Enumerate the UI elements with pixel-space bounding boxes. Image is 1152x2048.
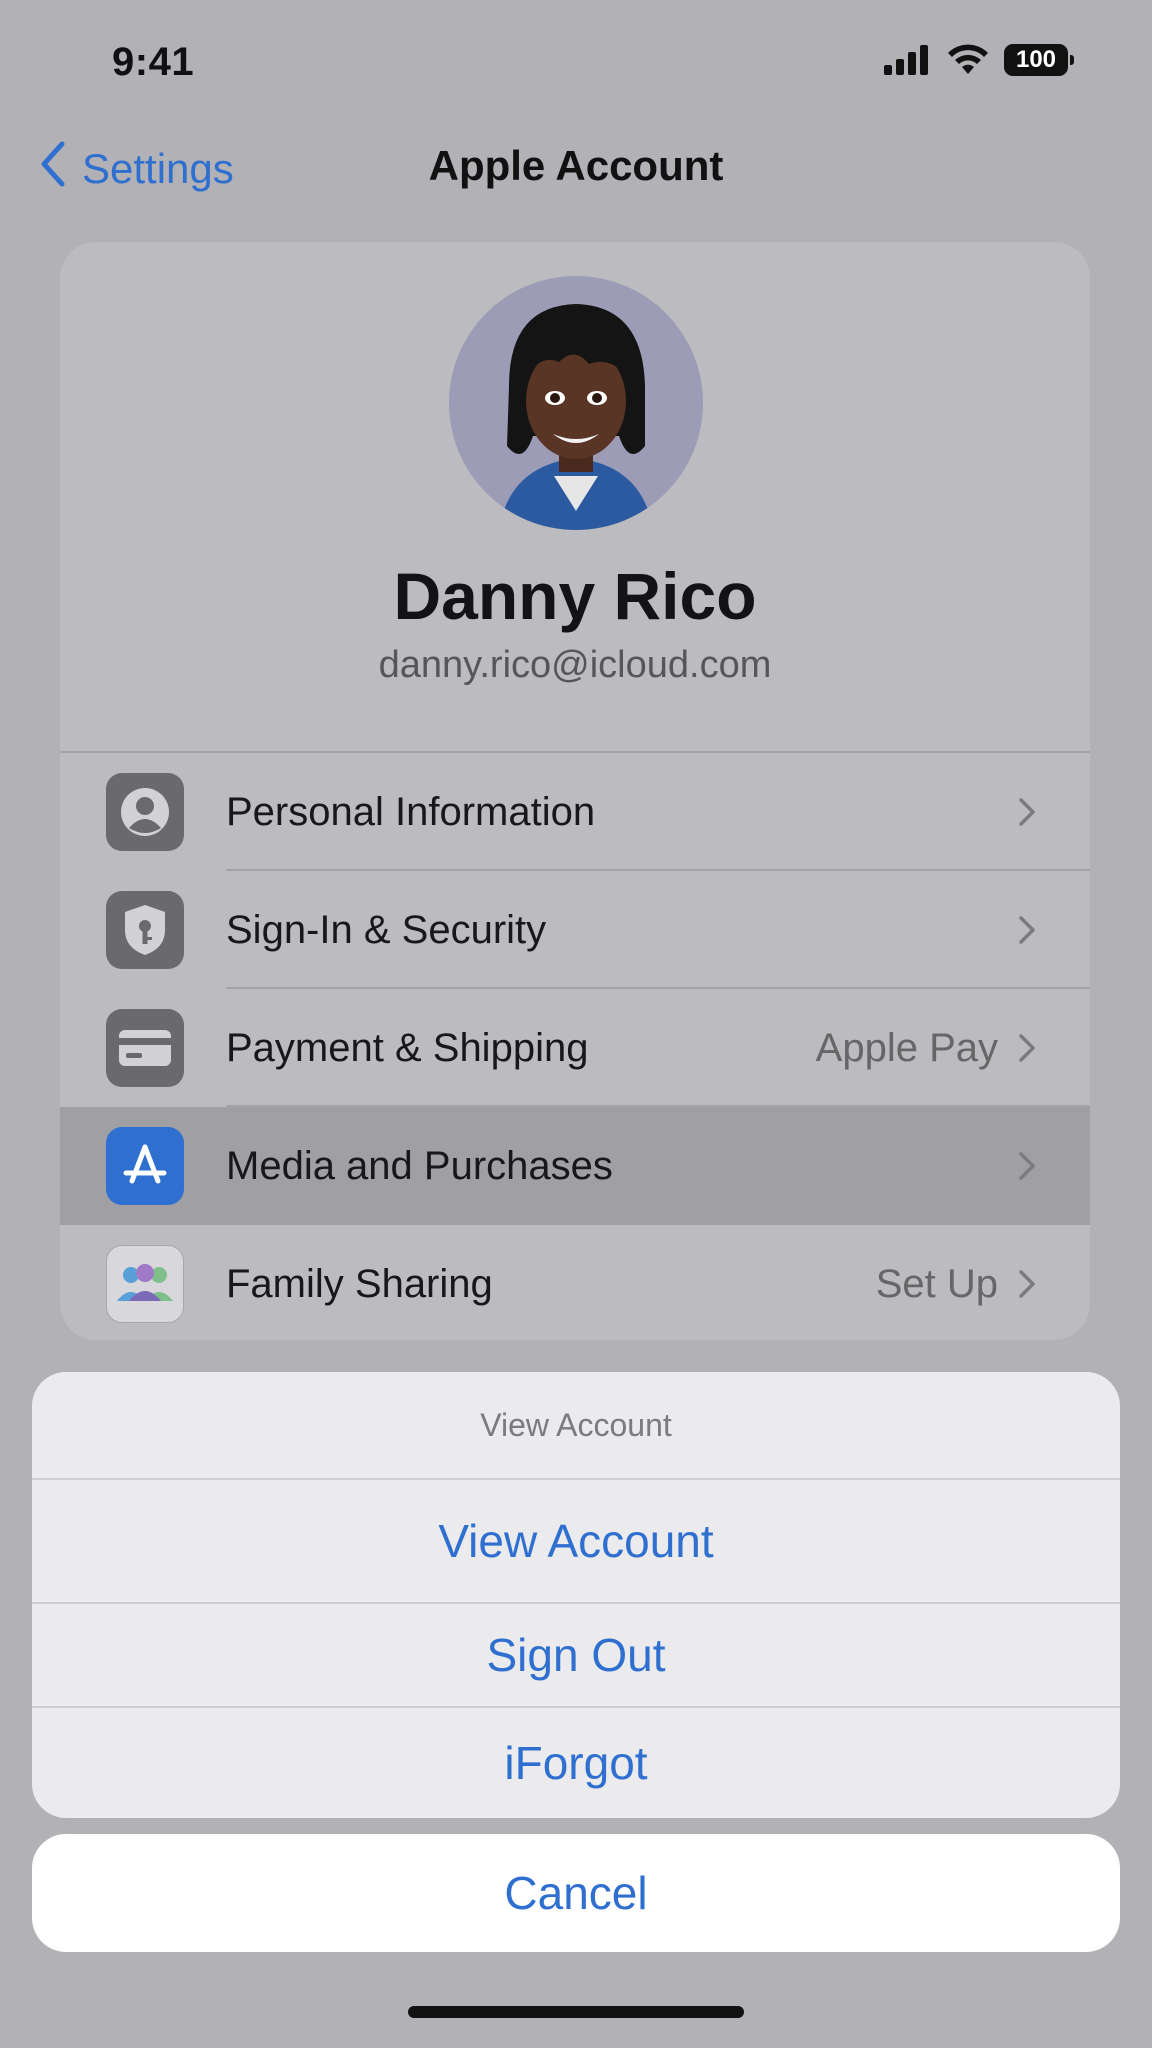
row-personal-information[interactable]: Personal Information xyxy=(60,753,1090,871)
page-title: Apple Account xyxy=(428,142,724,189)
app-store-icon xyxy=(106,1127,184,1205)
view-account-button[interactable]: View Account xyxy=(32,1480,1120,1604)
cellular-signal-icon xyxy=(884,45,932,75)
screen: 9:41 100 Settings Apple Account Danny Ri… xyxy=(0,0,1152,2048)
chevron-right-icon xyxy=(1018,1269,1036,1304)
credit-card-icon xyxy=(106,1009,184,1087)
row-payment-shipping[interactable]: Payment & Shipping Apple Pay xyxy=(60,989,1090,1107)
row-label: Sign-In & Security xyxy=(226,907,547,952)
chevron-right-icon xyxy=(1018,797,1036,832)
row-label: Personal Information xyxy=(226,789,596,834)
sign-out-button[interactable]: Sign Out xyxy=(32,1604,1120,1708)
cancel-button[interactable]: Cancel xyxy=(32,1834,1120,1952)
row-family-sharing[interactable]: Family Sharing Set Up xyxy=(60,1225,1090,1340)
profile-name: Danny Rico xyxy=(393,559,757,633)
shield-key-icon xyxy=(106,891,184,969)
chevron-right-icon xyxy=(1018,1033,1036,1068)
action-sheet-title: View Account xyxy=(32,1372,1120,1480)
settings-list: Personal Information Sign-In & Security … xyxy=(60,751,1090,1340)
battery-icon: 100 xyxy=(1004,44,1074,76)
person-icon xyxy=(106,773,184,851)
avatar[interactable] xyxy=(449,276,703,530)
home-indicator[interactable] xyxy=(408,2006,744,2018)
row-label: Payment & Shipping xyxy=(226,1025,589,1070)
iforgot-button[interactable]: iForgot xyxy=(32,1708,1120,1818)
chevron-right-icon xyxy=(1018,1151,1036,1186)
action-sheet: View Account View Account Sign Out iForg… xyxy=(32,1372,1120,1818)
row-media-purchases[interactable]: Media and Purchases xyxy=(60,1107,1090,1225)
status-icons: 100 xyxy=(884,44,1074,76)
profile-email: danny.rico@icloud.com xyxy=(378,644,772,686)
row-label: Media and Purchases xyxy=(226,1143,613,1188)
account-card: Danny Rico danny.rico@icloud.com Persona… xyxy=(60,242,1090,1340)
status-time: 9:41 xyxy=(112,40,195,84)
row-value: Apple Pay xyxy=(815,1025,998,1070)
wifi-icon xyxy=(946,44,990,76)
chevron-right-icon xyxy=(1018,915,1036,950)
family-icon xyxy=(106,1245,184,1323)
row-value: Set Up xyxy=(875,1261,998,1306)
row-sign-in-security[interactable]: Sign-In & Security xyxy=(60,871,1090,989)
battery-level: 100 xyxy=(1015,46,1057,73)
row-label: Family Sharing xyxy=(226,1261,493,1306)
